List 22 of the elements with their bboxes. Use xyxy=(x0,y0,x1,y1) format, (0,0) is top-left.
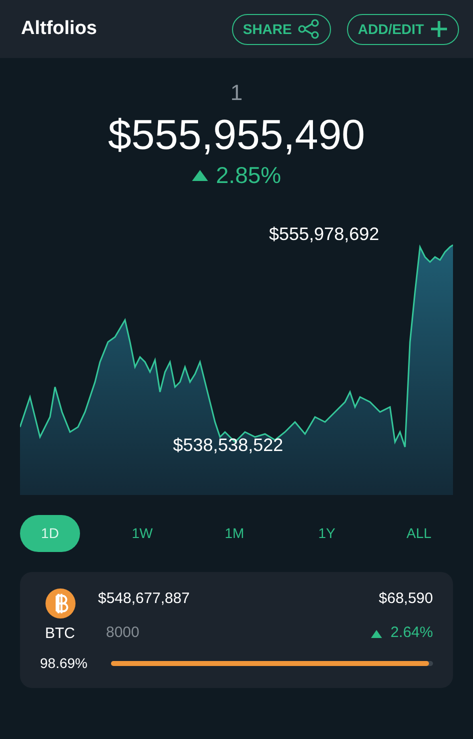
range-tab[interactable]: 1M xyxy=(204,514,264,552)
chart-high-label: $555,978,692 xyxy=(269,222,380,246)
portfolio-total: $555,955,490 xyxy=(107,112,366,158)
range-tab[interactable]: 1Y xyxy=(296,514,357,552)
holding-value: $548,677,887 xyxy=(98,588,191,609)
portfolio-change: 2.85% xyxy=(216,161,282,190)
holding-amount: 8000 xyxy=(106,623,140,644)
plus-icon xyxy=(430,20,448,38)
share-button[interactable]: SHARE xyxy=(232,14,331,44)
share-icon xyxy=(298,19,320,39)
add-edit-button[interactable]: ADD/EDIT xyxy=(346,14,459,44)
up-arrow-icon xyxy=(192,170,208,181)
portfolio-name: 1 xyxy=(229,82,244,104)
coin-change: 2.64% xyxy=(390,623,433,644)
coin-symbol: BTC xyxy=(45,624,75,644)
range-tab[interactable]: 1W xyxy=(112,514,172,552)
allocation-percent: 98.69% xyxy=(40,654,88,674)
app-title: Altfolios xyxy=(21,16,97,41)
coin-price: $68,590 xyxy=(378,588,433,609)
chart-low-label: $538,538,522 xyxy=(173,434,284,457)
range-tab[interactable]: ALL xyxy=(389,514,449,552)
up-arrow-icon xyxy=(371,630,382,638)
